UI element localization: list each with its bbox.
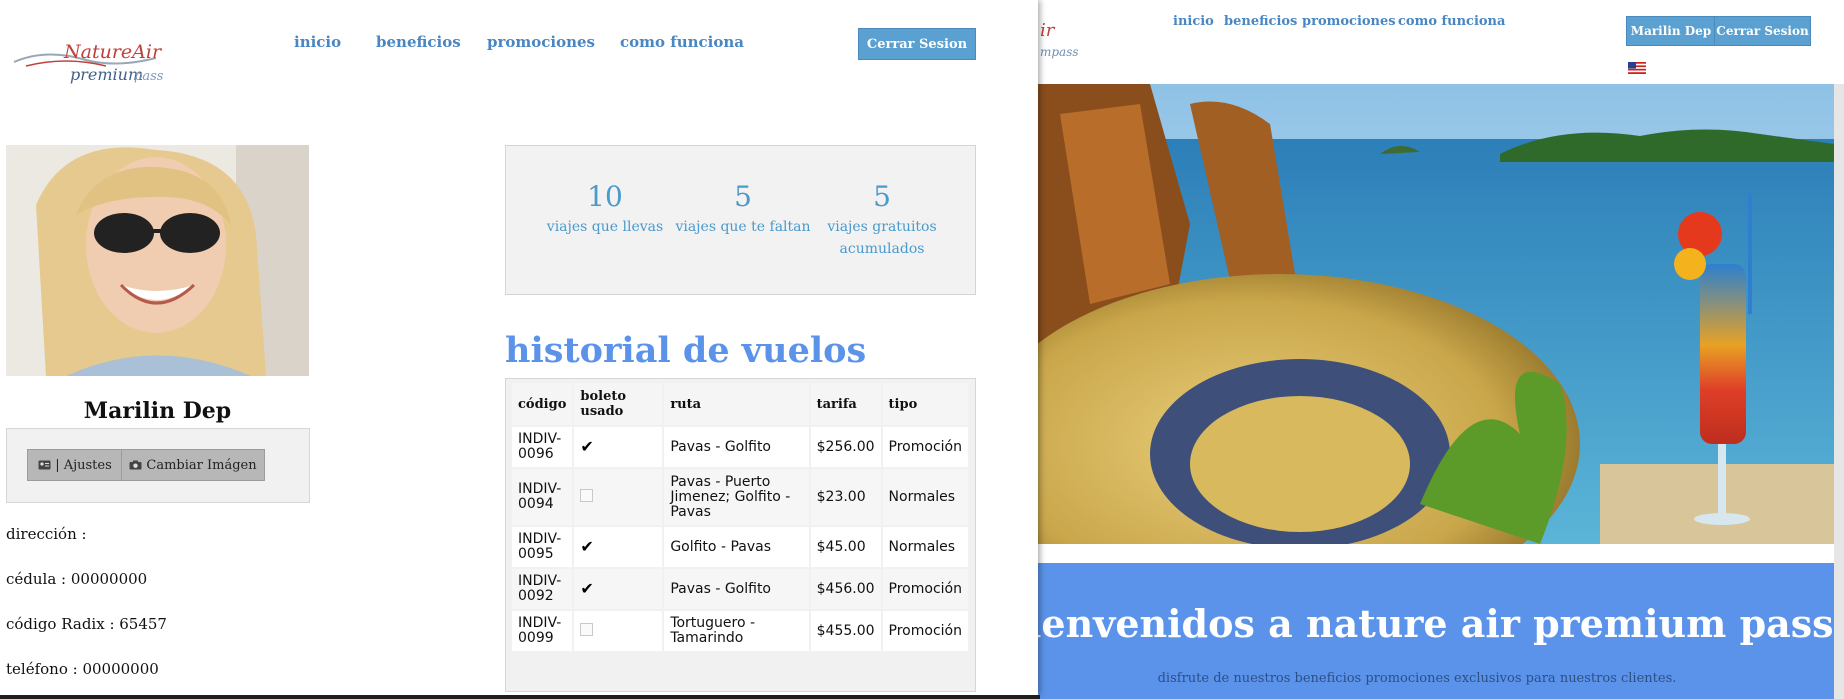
stat-trips-remaining: 5 viajes que te faltan [668, 182, 818, 238]
column-header-fare: tarifa [810, 383, 881, 425]
welcome-banner: bienvenidos a nature air premium pass di… [1000, 563, 1834, 699]
cell-used: ✔ [574, 527, 663, 567]
stat-free-trips-label: viajes gratuitos acumulados [827, 219, 937, 257]
welcome-banner-subtitle: disfrute de nuestros beneficios promocio… [1157, 671, 1677, 686]
stat-trips-remaining-label: viajes que te faltan [675, 219, 811, 235]
cell-type: Normales [882, 469, 968, 525]
flight-history-title: historial de vuelos [505, 330, 867, 371]
table-header-row: código boleto usado ruta tarifa tipo [512, 383, 968, 425]
hero-beach-image [1000, 84, 1834, 544]
svg-text:pass: pass [134, 69, 164, 84]
stat-free-trips: 5 viajes gratuitos acumulados [807, 182, 957, 260]
cell-route: Tortuguero - Tamarindo [664, 611, 809, 651]
cell-type: Promoción [882, 427, 968, 467]
checkmark-icon: ✔ [580, 436, 594, 456]
flight-history-rows: INDIV-0096 ✔ Pavas - Golfito $256.00 Promoci… [512, 427, 968, 651]
profile-actions: | Ajustes Cambiar Imágen [6, 428, 310, 503]
logout-button[interactable]: Cerrar Sesion [858, 28, 976, 60]
cell-type: Promoción [882, 611, 968, 651]
table-row: INDIV-0092 ✔ Pavas - Golfito $456.00 Promoci… [512, 569, 968, 609]
cell-fare: $45.00 [810, 527, 881, 567]
settings-button-label: | Ajustes [55, 457, 112, 473]
bg-nav-promociones[interactable]: promociones [1302, 14, 1396, 29]
cell-used [574, 469, 663, 525]
camera-icon [129, 460, 142, 470]
cell-fare: $23.00 [810, 469, 881, 525]
stat-trips-taken: 10 viajes que llevas [530, 182, 680, 238]
stat-trips-remaining-value: 5 [734, 180, 752, 213]
trip-stats: 10 viajes que llevas 5 viajes que te fal… [505, 145, 976, 295]
svg-text:mpass: mpass [1040, 45, 1079, 59]
stat-trips-taken-value: 10 [587, 180, 623, 213]
bg-nav-inicio[interactable]: inicio [1173, 14, 1214, 29]
svg-text:premium: premium [70, 65, 143, 84]
cell-used [574, 611, 663, 651]
empty-checkbox-icon [580, 622, 594, 636]
cell-code: INDIV-0092 [512, 569, 573, 609]
settings-button[interactable]: | Ajustes [27, 449, 123, 481]
table-row: INDIV-0095 ✔ Golfito - Pavas $45.00 Normales [512, 527, 968, 567]
profile-window: NatureAir premium pass inicio beneficios… [0, 0, 1038, 695]
cell-used: ✔ [574, 569, 663, 609]
cell-fare: $455.00 [810, 611, 881, 651]
bg-user-button[interactable]: Marilin Dep [1626, 16, 1716, 46]
svg-text:NatureAir: NatureAir [63, 41, 163, 63]
svg-text:ir: ir [1040, 20, 1056, 41]
cell-route: Pavas - Golfito [664, 569, 809, 609]
id-card-icon [38, 460, 51, 470]
cell-used: ✔ [574, 427, 663, 467]
cell-fare: $456.00 [810, 569, 881, 609]
table-row: INDIV-0096 ✔ Pavas - Golfito $256.00 Promoci… [512, 427, 968, 467]
cell-fare: $256.00 [810, 427, 881, 467]
welcome-banner-title: bienvenidos a nature air premium pass [1000, 601, 1834, 646]
bg-logout-button[interactable]: Cerrar Sesion [1714, 16, 1811, 46]
nav-como-funciona[interactable]: como funciona [620, 33, 744, 51]
address-field: dirección : [6, 525, 87, 543]
checkmark-icon: ✔ [580, 578, 594, 598]
cell-code: INDIV-0094 [512, 469, 573, 525]
radix-code-field: código Radix : 65457 [6, 615, 167, 633]
bg-nav-como-funciona[interactable]: como funciona [1398, 14, 1505, 29]
nav-inicio[interactable]: inicio [294, 33, 341, 51]
desktop-strip [0, 695, 1040, 699]
cell-code: INDIV-0096 [512, 427, 573, 467]
table-row: INDIV-0094 Pavas - Puerto Jimenez; Golfit… [512, 469, 968, 525]
column-header-code: código [512, 383, 573, 425]
bg-nav-beneficios[interactable]: beneficios [1224, 14, 1297, 29]
stat-trips-taken-label: viajes que llevas [546, 219, 664, 235]
column-header-route: ruta [664, 383, 809, 425]
stat-free-trips-value: 5 [873, 180, 891, 213]
nature-air-logo[interactable]: NatureAir premium pass [6, 36, 176, 86]
cell-route: Golfito - Pavas [664, 527, 809, 567]
phone-field: teléfono : 00000000 [6, 660, 159, 678]
column-header-type: tipo [882, 383, 968, 425]
change-image-button[interactable]: Cambiar Imágen [121, 449, 265, 481]
cell-code: INDIV-0095 [512, 527, 573, 567]
column-header-used: boleto usado [574, 383, 663, 425]
cell-type: Promoción [882, 569, 968, 609]
background-scrollbar[interactable] [1834, 84, 1844, 699]
cell-route: Pavas - Golfito [664, 427, 809, 467]
cell-type: Normales [882, 527, 968, 567]
id-number-field: cédula : 00000000 [6, 570, 148, 588]
checkmark-icon: ✔ [580, 536, 594, 556]
cell-route: Pavas - Puerto Jimenez; Golfito - Pavas [664, 469, 809, 525]
cell-code: INDIV-0099 [512, 611, 573, 651]
background-logo: ir mpass [1040, 20, 1079, 59]
nav-beneficios[interactable]: beneficios [376, 33, 461, 51]
change-image-button-label: Cambiar Imágen [146, 457, 257, 473]
nav-promociones[interactable]: promociones [487, 33, 595, 51]
us-flag-icon[interactable] [1628, 62, 1646, 74]
table-row: INDIV-0099 Tortuguero - Tamarindo $455.00 P… [512, 611, 968, 651]
user-name: Marilin Dep [83, 398, 232, 424]
flight-history-table: código boleto usado ruta tarifa tipo IND… [505, 378, 976, 692]
empty-checkbox-icon [580, 488, 594, 502]
avatar [6, 145, 309, 376]
